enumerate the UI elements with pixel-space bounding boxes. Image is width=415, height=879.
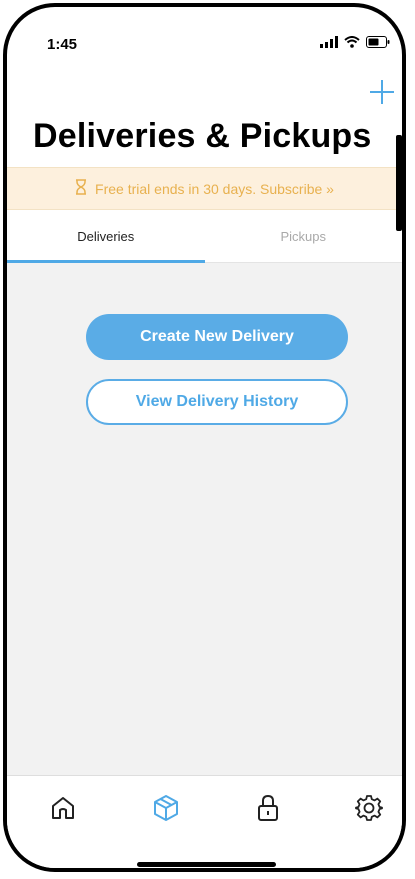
status-icons: [320, 35, 390, 53]
trial-banner[interactable]: Free trial ends in 30 days. Subscribe »: [7, 167, 402, 210]
battery-icon: [366, 35, 390, 53]
cellular-signal-icon: [320, 35, 338, 53]
side-button: [396, 135, 402, 231]
tab-pickups-label: Pickups: [280, 229, 327, 244]
tab-pickups[interactable]: Pickups: [205, 211, 403, 262]
add-button[interactable]: [365, 77, 399, 111]
tab-bar-deliveries[interactable]: [149, 793, 183, 827]
tab-bar-lock[interactable]: [251, 793, 285, 827]
hourglass-icon: [75, 179, 87, 198]
home-indicator[interactable]: [137, 862, 276, 867]
trial-banner-text: Free trial ends in 30 days. Subscribe »: [95, 180, 334, 197]
segment-tabs: Deliveries Pickups: [7, 211, 402, 263]
tab-deliveries-label: Deliveries: [77, 229, 135, 244]
create-new-delivery-button[interactable]: Create New Delivery: [86, 314, 348, 360]
main-content: Create New Delivery View Delivery Histor…: [7, 263, 402, 775]
tab-bar-home[interactable]: [46, 793, 80, 827]
phone-frame: 1:45 Deliveries & Pickups Free trial end…: [3, 3, 406, 872]
status-time: 1:45: [47, 36, 78, 53]
wifi-icon: [344, 35, 360, 53]
view-delivery-history-button[interactable]: View Delivery History: [86, 379, 348, 425]
tab-deliveries[interactable]: Deliveries: [7, 211, 205, 263]
home-icon: [50, 795, 76, 826]
tab-bar-settings[interactable]: [352, 793, 386, 827]
status-bar: 1:45: [7, 7, 402, 57]
plus-icon: [369, 79, 395, 110]
page-title: Deliveries & Pickups: [33, 117, 372, 155]
settings-gear-icon: [355, 794, 383, 827]
lock-icon: [256, 794, 280, 827]
bottom-tab-bar: [7, 775, 402, 868]
package-icon: [152, 794, 180, 827]
